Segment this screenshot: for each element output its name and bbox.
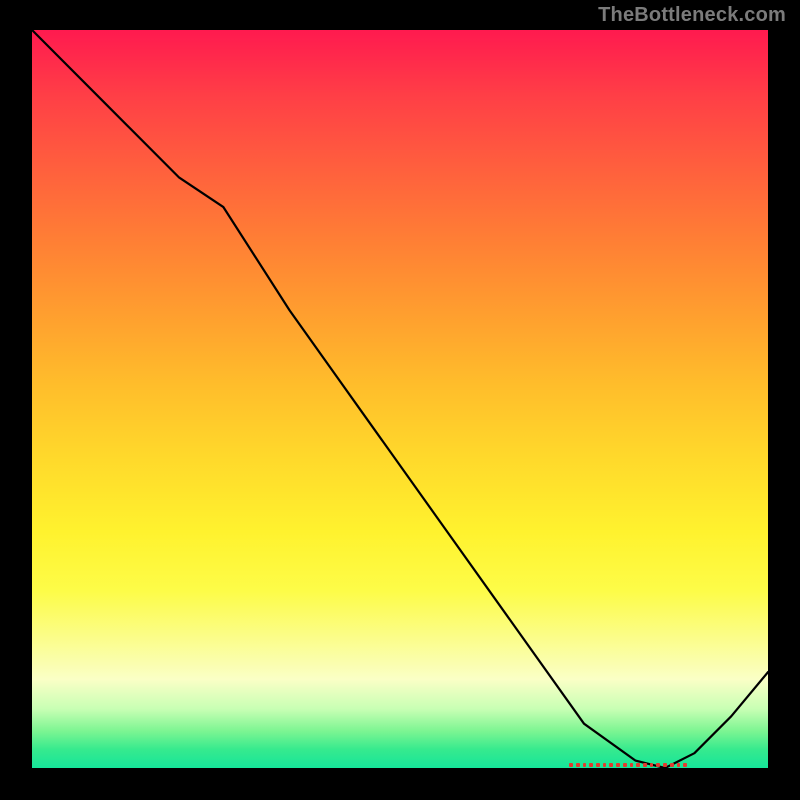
- plot-area: [32, 30, 768, 768]
- bottleneck-curve: [32, 30, 768, 768]
- marker-dot: [650, 763, 654, 768]
- marker-dot: [569, 763, 573, 768]
- marker-dot: [596, 763, 600, 768]
- marker-dot: [683, 763, 687, 768]
- chart-frame: TheBottleneck.com: [0, 0, 800, 800]
- marker-dot: [670, 763, 674, 768]
- curve-svg: [32, 30, 768, 768]
- marker-dot: [636, 763, 640, 768]
- marker-dot: [677, 763, 681, 768]
- marker-dot: [630, 763, 634, 768]
- marker-dot: [623, 763, 627, 768]
- attribution-text: TheBottleneck.com: [598, 4, 786, 27]
- marker-dot: [609, 763, 613, 768]
- marker-dot: [576, 763, 580, 768]
- marker-dot: [583, 763, 587, 768]
- marker-dot: [663, 763, 667, 768]
- marker-dot: [656, 763, 660, 768]
- marker-dot: [603, 763, 607, 768]
- optimal-range-marker: [569, 762, 687, 768]
- marker-dot: [643, 763, 647, 768]
- marker-dot: [589, 763, 593, 768]
- marker-dot: [616, 763, 620, 768]
